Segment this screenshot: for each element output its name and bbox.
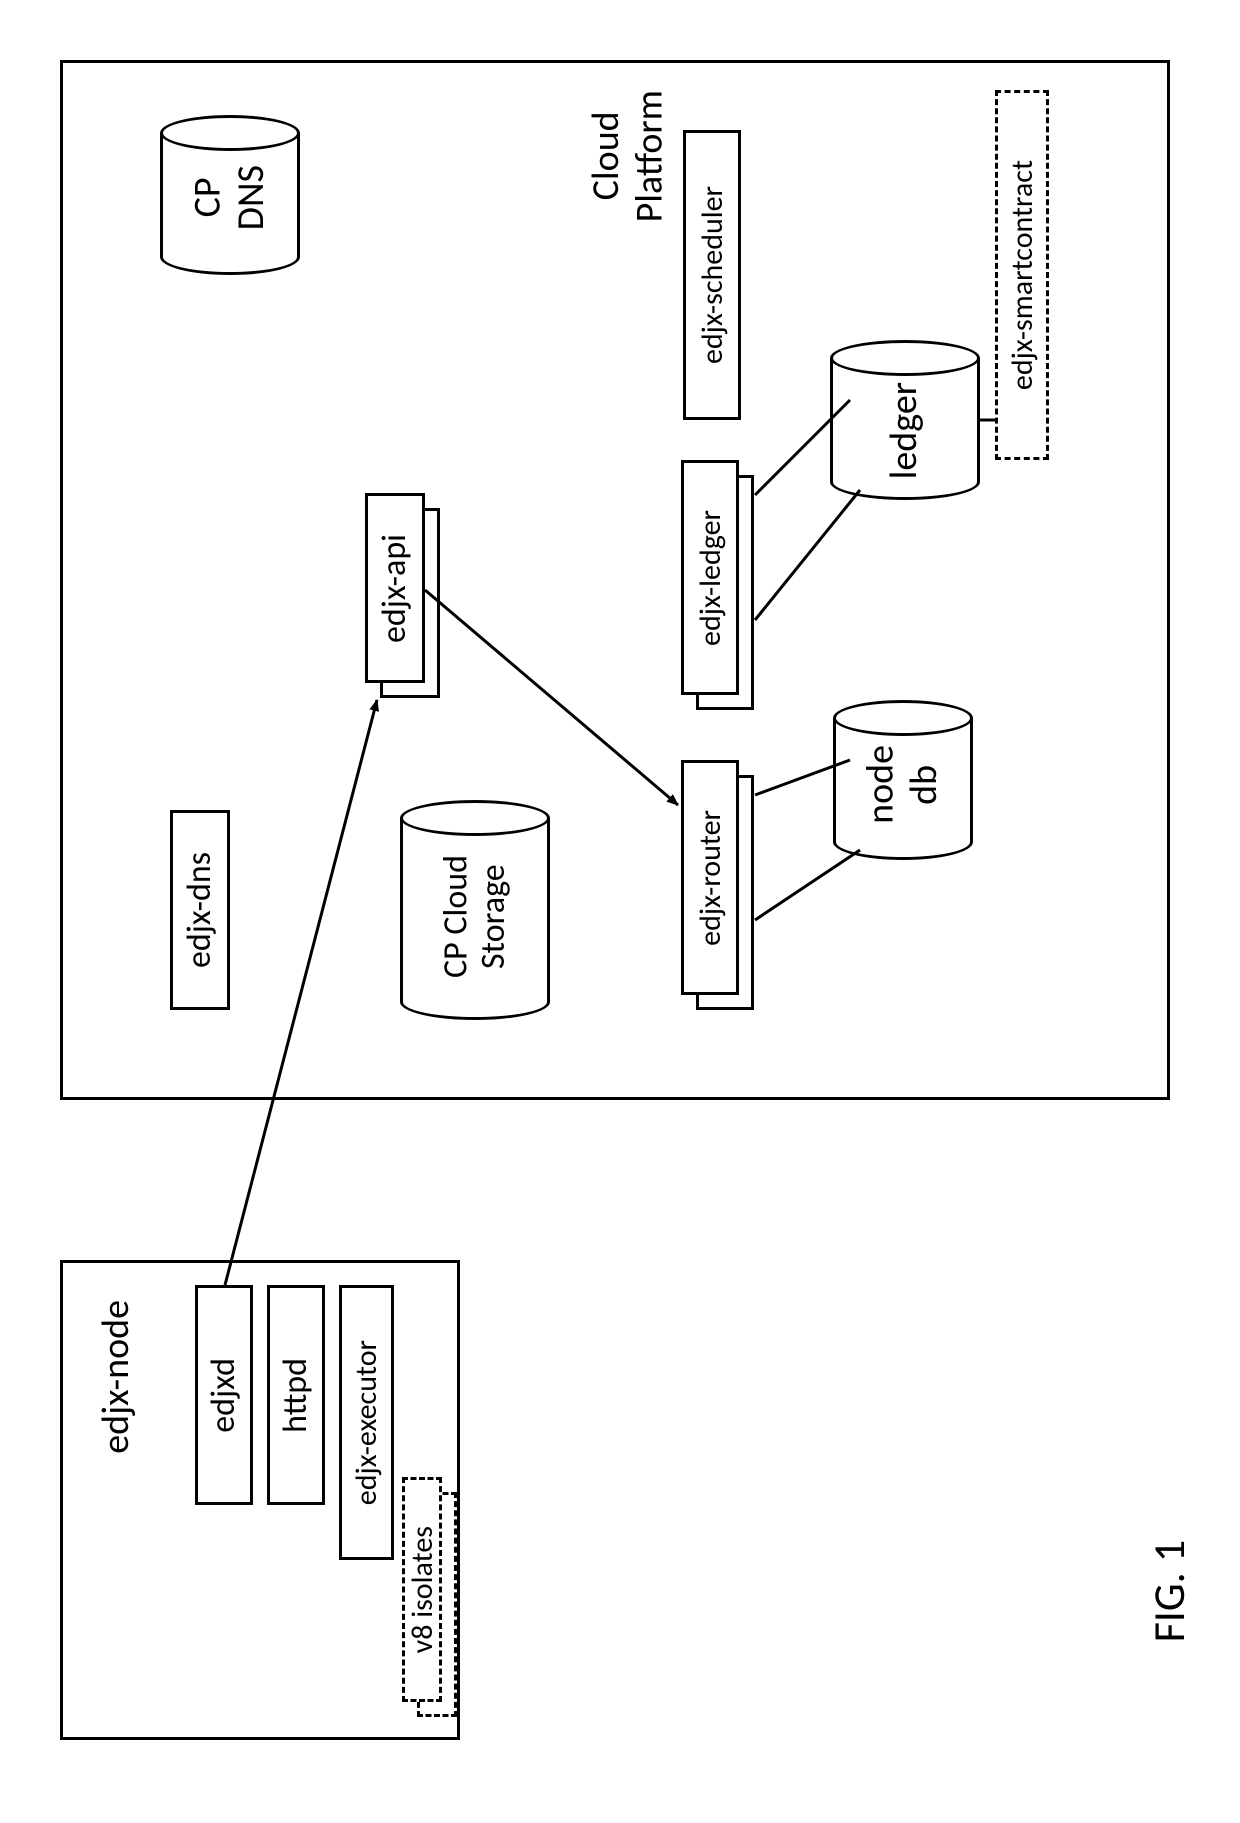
httpd-label: httpd: [277, 1358, 314, 1433]
httpd-box: httpd: [267, 1285, 325, 1505]
cloud-platform-title: Cloud Platform: [585, 90, 672, 222]
edjx-ledger-label: edjx-ledger: [694, 510, 727, 646]
cp-cloud-storage-label: CP Cloud Storage: [438, 855, 513, 978]
edjx-api-box: edjx-api: [365, 493, 425, 683]
edjxd-label: edjxd: [205, 1358, 242, 1433]
figure-caption: FIG. 1: [1145, 1540, 1193, 1642]
cp-dns-cylinder: CP DNS: [160, 115, 300, 275]
cp-cloud-storage-cylinder: CP Cloud Storage: [400, 800, 550, 1020]
ledger-cylinder: ledger: [830, 340, 980, 500]
edjx-node-title: edjx-node: [95, 1300, 139, 1454]
ledger-label: ledger: [883, 382, 927, 479]
cp-dns-label: CP DNS: [186, 165, 273, 230]
edjx-scheduler-label: edjx-scheduler: [696, 186, 729, 364]
edjx-dns-box: edjx-dns: [170, 810, 230, 1010]
v8-isolates-label: v8 isolates: [406, 1526, 439, 1653]
v8-isolates-box: v8 isolates: [402, 1477, 442, 1702]
edjx-dns-label: edjx-dns: [181, 852, 218, 968]
node-db-cylinder: node db: [833, 700, 973, 860]
edjx-smartcontract-box: edjx-smartcontract: [995, 90, 1049, 460]
node-db-label: node db: [859, 745, 946, 824]
diagram-stage: Cloud Platform CP DNS edjx-dns edjx-api …: [0, 0, 1240, 1823]
edjx-smartcontract-label: edjx-smartcontract: [1006, 160, 1039, 390]
edjx-executor-label: edjx-executor: [350, 1340, 383, 1505]
edjx-scheduler-box: edjx-scheduler: [683, 130, 741, 420]
edjx-api-label: edjx-api: [376, 534, 413, 643]
edjx-router-box: edjx-router: [681, 760, 739, 995]
edjx-executor-box: edjx-executor: [339, 1285, 394, 1560]
edjxd-box: edjxd: [195, 1285, 253, 1505]
edjx-ledger-box: edjx-ledger: [681, 460, 739, 695]
edjx-router-label: edjx-router: [694, 810, 727, 946]
